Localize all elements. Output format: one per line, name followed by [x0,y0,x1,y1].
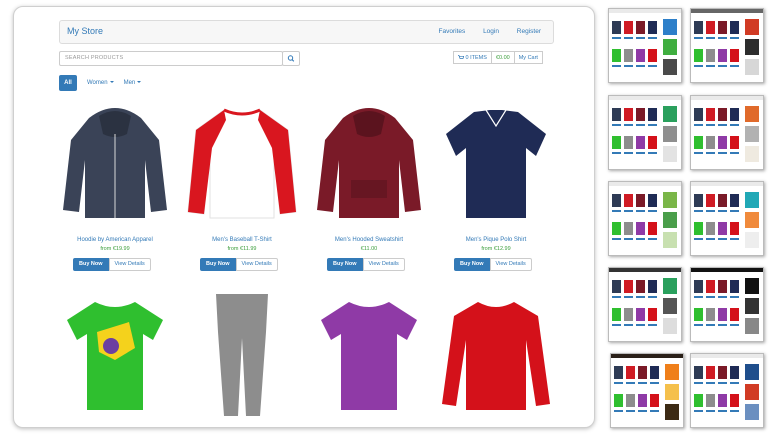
buy-now-button[interactable]: Buy Now [200,258,236,271]
product-image[interactable] [440,100,552,226]
brand-link[interactable]: My Store [67,26,103,36]
product-price: from €19.99 [100,246,130,252]
theme-thumbnail[interactable] [610,353,684,428]
filter-women-dropdown[interactable]: Women [87,80,114,86]
product-actions: Buy Now View Details [200,258,278,271]
theme-thumbnail[interactable] [608,8,682,83]
filter-men-label: Men [123,80,136,86]
buy-now-button[interactable]: Buy Now [73,258,109,271]
filter-all-button[interactable]: All [59,75,77,91]
theme-thumbnail[interactable] [690,8,764,83]
product-image[interactable] [440,292,552,418]
cart-icon [458,55,465,59]
product-name-link[interactable]: Men's Baseball T-Shirt [186,237,298,243]
cart-items-count: 0 ITEMS [465,55,487,61]
theme-thumbnail[interactable] [608,267,682,342]
navbar: My Store Favorites Login Register [59,20,554,44]
category-filters: All Women Men [59,75,142,91]
register-link[interactable]: Register [517,28,541,35]
theme-thumbnail[interactable] [608,95,682,170]
filter-men-dropdown[interactable]: Men [124,80,142,86]
buy-now-button[interactable]: Buy Now [454,258,490,271]
product-image[interactable] [313,100,425,226]
search-input[interactable]: SEARCH PRODUCTS [59,51,283,66]
product-price: from €12.99 [481,246,511,252]
favorites-link[interactable]: Favorites [439,28,466,35]
nav-links: Favorites Login Register [423,28,541,35]
product-name-link[interactable]: Hoodie by American Apparel [59,237,171,243]
login-link[interactable]: Login [483,28,499,35]
view-details-button[interactable]: View Details [362,258,405,271]
cart-total: €0.00 [491,51,515,64]
product-actions: Buy Now View Details [454,258,532,271]
theme-thumbnail[interactable] [690,353,764,428]
product-image[interactable] [313,292,425,418]
theme-thumbnail[interactable] [608,181,682,256]
theme-thumbnail[interactable] [690,95,764,170]
buy-now-button[interactable]: Buy Now [327,258,363,271]
search-button[interactable] [282,51,300,66]
product-image[interactable] [186,100,298,226]
view-details-button[interactable]: View Details [108,258,151,271]
product-name-link[interactable]: Men's Hooded Sweatshirt [313,237,425,243]
my-cart-button[interactable]: My Cart [514,51,543,64]
theme-thumbnail[interactable] [690,267,764,342]
cart-items-button[interactable]: 0 ITEMS [453,51,492,64]
caret-down-icon [137,81,142,84]
caret-down-icon [109,81,114,84]
theme-thumbnail[interactable] [690,181,764,256]
product-image[interactable] [186,292,298,418]
product-name-link[interactable]: Men's Pique Polo Shirt [440,237,552,243]
search-icon [287,55,295,62]
view-details-button[interactable]: View Details [489,258,532,271]
search-placeholder: SEARCH PRODUCTS [65,55,124,61]
product-price: €11.00 [360,246,378,252]
product-image[interactable] [59,100,171,226]
product-actions: Buy Now View Details [73,258,151,271]
store-window: My Store Favorites Login Register SEARCH… [13,6,595,428]
cart-summary: 0 ITEMS €0.00 My Cart [453,51,543,64]
product-actions: Buy Now View Details [327,258,405,271]
product-image[interactable] [59,292,171,418]
filter-women-label: Women [87,80,108,86]
product-price: from €11.99 [227,246,257,252]
view-details-button[interactable]: View Details [235,258,278,271]
